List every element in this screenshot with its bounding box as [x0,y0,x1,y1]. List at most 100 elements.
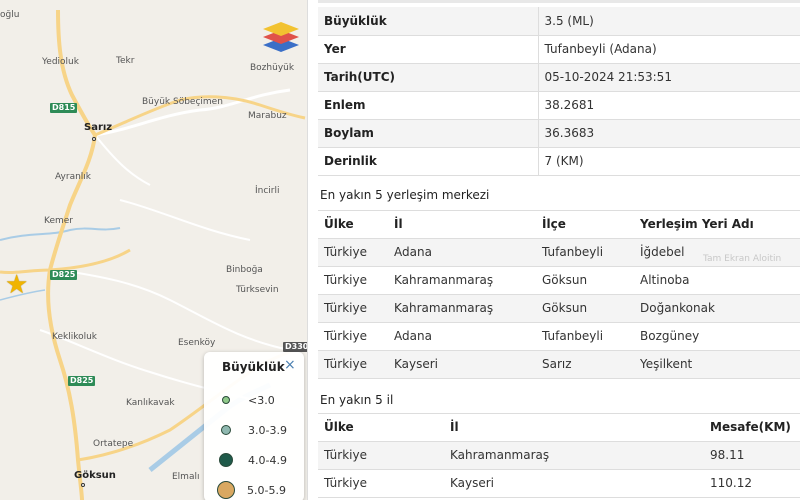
place-label: Bozhüyük [250,63,295,73]
place-label: Esenköy [178,338,216,348]
column-header: İl [388,209,536,239]
detail-value: 3.5 (ML) [538,7,800,36]
table-row: Türkiye Kahramanmaraş Göksun Doğankonak [318,294,800,323]
table-cell: Adana [388,238,536,267]
place-label: İncirli [255,186,280,196]
legend-label: 4.0-4.9 [248,453,287,467]
detail-value: 05-10-2024 21:53:51 [538,63,800,92]
star-icon[interactable]: ★ [5,272,28,298]
legend-dot [219,453,233,467]
detail-label: Yer [318,35,539,64]
place-label: Keklikoluk [52,332,98,342]
table-cell: Türkiye [318,266,388,295]
detail-label: Derinlik [318,147,539,176]
detail-value: 38.2681 [538,91,800,120]
table-cell: Kahramanmaraş [388,266,536,295]
table-cell: Adana [388,322,536,351]
road-shield: D815 [50,103,78,113]
legend-item: 5.0-5.9 [217,480,286,500]
table-cell: Türkiye [318,350,388,379]
table-cell: Bozgüney [634,322,800,351]
table-row: Enlem 38.2681 [318,91,800,120]
table-cell: Yeşilkent [634,350,800,379]
place-label: Yedioluk [42,57,79,67]
table-cell: Göksun [536,294,634,323]
place-label: Büyük Söbeçimen [142,97,223,107]
road-shield: D825 [68,376,96,386]
table-cell: Kayseri [444,469,704,498]
place-label: Kanlıkavak [126,398,175,408]
legend-item: 4.0-4.9 [218,450,287,470]
table-cell: Türkiye [318,322,388,351]
table-header-row: Ülke İl İlçe Yerleşim Yeri Adı [318,209,800,239]
column-header: Ülke [318,209,388,239]
column-header: Mesafe(KM) [704,412,800,442]
detail-label: Enlem [318,91,539,120]
close-icon[interactable]: × [284,357,296,373]
legend-dot [222,396,230,404]
legend-label: 3.0-3.9 [248,423,287,437]
detail-value: 7 (KM) [538,147,800,176]
table-cell: Altinoba [634,266,800,295]
map-panel[interactable]: oğlu Yedioluk Tekr Bozhüyük Büyük Söbeçi… [0,0,308,500]
city-marker [81,483,85,487]
place-label: Göksun [74,470,116,481]
magnitude-legend: Büyüklük × <3.0 3.0-3.9 4.0-4.9 5.0-5.9 [204,352,304,500]
place-label: Ayranlık [55,172,92,182]
table-row: Yer Tufanbeyli (Adana) [318,35,800,64]
detail-value: 36.3683 [538,119,800,148]
table-cell: Sarız [536,350,634,379]
place-label: oğlu [0,10,20,20]
table-header-row: Ülke İl Mesafe(KM) [318,412,800,442]
details-table: Büyüklük 3.5 (ML) Yer Tufanbeyli (Adana) T… [318,7,800,176]
city-marker [92,137,96,141]
place-label: Türksevin [236,285,279,295]
detail-label: Boylam [318,119,539,148]
legend-dot [221,425,231,435]
column-header: İl [444,412,704,442]
provinces-title: En yakın 5 il [320,392,394,407]
legend-title: Büyüklük [222,360,285,374]
table-cell: Türkiye [318,469,444,498]
place-label: Ortatepe [93,439,134,449]
column-header: İlçe [536,209,634,239]
table-cell: Türkiye [318,441,444,470]
table-row: Türkiye Kahramanmaraş Göksun Altinoba [318,266,800,295]
detail-value: Tufanbeyli (Adana) [538,35,800,64]
table-cell: Kahramanmaraş [444,441,704,470]
table-row: Türkiye Kahramanmaraş 98.11 [318,441,800,470]
table-row: Büyüklük 3.5 (ML) [318,7,800,36]
road-shield: D825 [50,270,78,280]
legend-item: 3.0-3.9 [218,420,287,440]
table-row: Derinlik 7 (KM) [318,147,800,176]
detail-label: Büyüklük [318,7,539,36]
place-label: Marabuz [248,111,287,121]
table-cell: Göksun [536,266,634,295]
road-shield: D330 [283,342,307,352]
table-cell: Türkiye [318,294,388,323]
provinces-table: Ülke İl Mesafe(KM) Türkiye Kahramanmaraş 9… [318,412,800,498]
legend-label: <3.0 [248,393,275,407]
place-label: Sarız [84,122,113,133]
table-cell: Türkiye [318,238,388,267]
table-cell: Kahramanmaraş [388,294,536,323]
legend-dot [217,481,235,499]
place-label: Binboğa [226,265,263,275]
detail-label: Tarih(UTC) [318,63,539,92]
place-label: Tekr [116,56,135,66]
layers-icon[interactable] [262,18,300,52]
table-cell: Kayseri [388,350,536,379]
table-cell: Doğankonak [634,294,800,323]
legend-item: <3.0 [218,390,275,410]
place-label: Kemer [44,216,73,226]
settlements-table: Ülke İl İlçe Yerleşim Yeri Adı Türkiye Ad… [318,209,800,379]
table-row: Tarih(UTC) 05-10-2024 21:53:51 [318,63,800,92]
table-row: Türkiye Adana Tufanbeyli Bozgüney [318,322,800,351]
column-header: Yerleşim Yeri Adı [634,209,800,239]
table-row: Türkiye Kayseri 110.12 [318,469,800,498]
table-cell: 110.12 [704,469,800,498]
table-cell: Tufanbeyli [536,322,634,351]
table-cell: 98.11 [704,441,800,470]
earthquake-details: Büyüklük 3.5 (ML) Yer Tufanbeyli (Adana) T… [318,0,800,500]
column-header: Ülke [318,412,444,442]
